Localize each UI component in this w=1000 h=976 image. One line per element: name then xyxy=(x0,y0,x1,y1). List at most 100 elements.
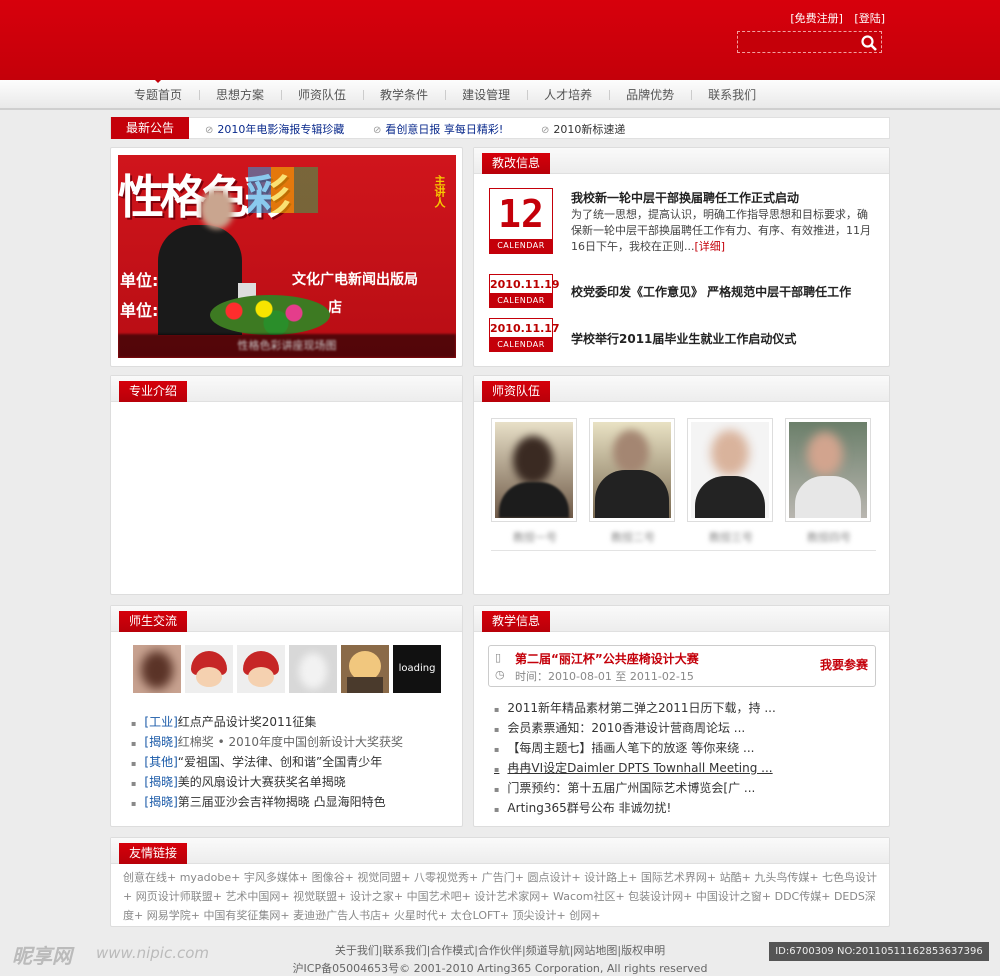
news-text: 红点产品设计奖2011征集 xyxy=(177,715,317,729)
list-item[interactable]: Arting365群号公布 非诚勿扰! xyxy=(494,798,776,818)
friend-link[interactable]: 网页设计师联盟+ xyxy=(136,890,226,903)
friend-link[interactable]: 国际艺术界网+ xyxy=(641,871,720,884)
friend-link[interactable]: 九头鸟传媒+ xyxy=(754,871,822,884)
friend-link[interactable]: 视觉联盟+ xyxy=(293,890,350,903)
nav-home[interactable]: 专题首页 xyxy=(117,79,199,110)
friend-link[interactable]: 麦迪逊广告人书店+ xyxy=(293,909,394,922)
list-item[interactable]: [揭晓]美的风扇设计大赛获奖名单揭晓 xyxy=(131,772,403,792)
news-title[interactable]: 校党委印发《工作意见》 严格规范中层干部聘任工作 xyxy=(571,283,851,300)
calendar-label: CALENDAR xyxy=(490,239,552,253)
avatar[interactable] xyxy=(341,645,389,693)
site-header: [免费注册] [登陆] xyxy=(0,0,1000,80)
friend-link[interactable]: 顶尖设计+ xyxy=(513,909,570,922)
teacher-card[interactable]: 教授二号 xyxy=(589,418,675,544)
news-category: [揭晓] xyxy=(144,735,178,749)
avatar[interactable] xyxy=(289,645,337,693)
teacher-card[interactable]: 教授一号 xyxy=(491,418,577,544)
list-item[interactable]: 门票预约：第十五届广州国际艺术博览会[广 ... xyxy=(494,778,776,798)
search-input[interactable] xyxy=(738,32,856,52)
friend-link[interactable]: 图像谷+ xyxy=(312,871,358,884)
more-link[interactable]: [详细] xyxy=(695,240,726,253)
nav-management[interactable]: 建设管理 xyxy=(445,80,527,110)
friend-links: 创意在线+ myadobe+ 宇风多媒体+ 图像谷+ 视觉同盟+ 八零视觉秀+ … xyxy=(123,868,885,925)
slideshow-caption: 性格色彩讲座现场图 xyxy=(118,334,456,358)
friend-link[interactable]: 八零视觉秀+ xyxy=(414,871,482,884)
major-panel: 专业介绍 xyxy=(110,375,463,595)
news-text: 红棉奖 • 2010年度中国创新设计大奖获奖 xyxy=(177,735,404,749)
auth-links: [免费注册] [登陆] xyxy=(782,10,885,26)
list-item[interactable]: [工业]红点产品设计奖2011征集 xyxy=(131,712,403,732)
friend-link[interactable]: 设计路上+ xyxy=(584,871,641,884)
banner-org: 文化广电新闻出版局 xyxy=(292,272,418,288)
news-calendar: 2010.11.19 CALENDAR xyxy=(489,274,560,308)
register-link[interactable]: [免费注册] xyxy=(790,12,843,25)
join-button[interactable]: 我要参赛 xyxy=(820,656,868,673)
slideshow-image[interactable]: 性格色彩 主讲人 单位: 单位: 文化广电新闻出版局 店 性格色彩讲座现场图 xyxy=(118,155,456,358)
teaching-news-list: 2011新年精品素材第二弹之2011日历下载，持 ... 会员素票通知：2010… xyxy=(494,698,776,818)
teacher-card[interactable]: 教授三号 xyxy=(687,418,773,544)
search-icon[interactable] xyxy=(860,34,878,52)
banner-line: 单位: xyxy=(120,271,159,290)
friend-link[interactable]: 中国艺术吧+ xyxy=(407,890,475,903)
panel-tab: 师生交流 xyxy=(119,611,188,632)
teacher-name: 教授二号 xyxy=(611,531,655,544)
friend-link[interactable]: 中国设计之窗+ xyxy=(696,890,775,903)
avatar[interactable] xyxy=(185,645,233,693)
nav-teaching-conditions[interactable]: 教学条件 xyxy=(363,80,445,110)
friend-link[interactable]: 宇风多媒体+ xyxy=(244,871,312,884)
friend-link[interactable]: 广告门+ xyxy=(482,871,528,884)
friend-link[interactable]: 圆点设计+ xyxy=(527,871,584,884)
avatar[interactable] xyxy=(133,645,181,693)
friend-link[interactable]: 设计之家+ xyxy=(350,890,407,903)
avatar-loading[interactable]: loading xyxy=(393,645,441,693)
list-item[interactable]: 会员素票通知：2010香港设计营商周论坛 ... xyxy=(494,718,776,738)
friend-link[interactable]: myadobe+ xyxy=(180,871,244,884)
links-panel: 友情链接 创意在线+ myadobe+ 宇风多媒体+ 图像谷+ 视觉同盟+ 八零… xyxy=(110,837,890,927)
friend-link[interactable]: Wacom社区+ xyxy=(553,890,628,903)
friend-link[interactable]: 创网+ xyxy=(569,909,600,922)
teacher-name: 教授四号 xyxy=(807,531,851,544)
list-item[interactable]: 2011新年精品素材第二弹之2011日历下载，持 ... xyxy=(494,698,775,718)
lead-news-title[interactable]: 我校新一轮中层干部换届聘任工作正式启动 xyxy=(571,189,799,206)
panel-header: 专业介绍 xyxy=(111,376,462,402)
avatar[interactable] xyxy=(237,645,285,693)
watermark-url: www.nipic.com xyxy=(96,944,210,962)
announcement-item[interactable]: 看创意日报 享每日精彩! xyxy=(373,121,503,137)
banner-org2: 店 xyxy=(328,300,342,316)
friend-link[interactable]: 创意在线+ xyxy=(123,871,180,884)
list-item[interactable]: [其他]“爱祖国、学法律、创和谐”全国青少年 xyxy=(131,752,403,772)
announcement-item[interactable]: 2010年电影海报专辑珍藏 xyxy=(205,121,344,137)
friend-link[interactable]: 包装设计网+ xyxy=(628,890,696,903)
nav-ideas[interactable]: 思想方案 xyxy=(199,80,281,110)
divider xyxy=(491,550,876,551)
teacher-card[interactable]: 教授四号 xyxy=(785,418,871,544)
nav-talent[interactable]: 人才培养 xyxy=(527,80,609,110)
teaching-panel: 教学信息 ▯ 第二届“丽江杯”公共座椅设计大赛 ◷ 时间：2010-08-01 … xyxy=(473,605,890,827)
friend-link[interactable]: 网易学院+ xyxy=(147,909,204,922)
friend-link[interactable]: 火星时代+ xyxy=(394,909,451,922)
banner-line: 单位: xyxy=(120,301,159,320)
friend-link[interactable]: 设计艺术家网+ xyxy=(474,890,553,903)
friend-link[interactable]: 视觉同盟+ xyxy=(357,871,414,884)
friend-link[interactable]: 太仓LOFT+ xyxy=(451,909,513,922)
friend-link[interactable]: DDC传媒+ xyxy=(775,890,834,903)
friend-link[interactable]: 中国有奖征集网+ xyxy=(203,909,293,922)
competition-title[interactable]: 第二届“丽江杯”公共座椅设计大赛 xyxy=(515,650,699,667)
nav-faculty[interactable]: 师资队伍 xyxy=(281,80,363,110)
list-item[interactable]: 【每周主题七】插画人笔下的放逐 等你来绕 ... xyxy=(494,738,776,758)
announcement-item[interactable]: 2010新标速递 xyxy=(541,121,625,137)
list-item[interactable]: [揭晓]第三届亚沙会吉祥物揭晓 凸显海阳特色 xyxy=(131,792,403,812)
banner-side-text: 主讲人 xyxy=(433,175,446,208)
login-link[interactable]: [登陆] xyxy=(854,12,885,25)
friend-link[interactable]: 站酷+ xyxy=(720,871,755,884)
watermark-id: ID:6700309 NO:20110511162853637396 xyxy=(769,942,989,961)
main-nav: 专题首页 思想方案 师资队伍 教学条件 建设管理 人才培养 品牌优势 联系我们 xyxy=(0,79,1000,110)
nav-brand[interactable]: 品牌优势 xyxy=(609,80,691,110)
competition-card[interactable]: ▯ 第二届“丽江杯”公共座椅设计大赛 ◷ 时间：2010-08-01 至 201… xyxy=(488,645,876,687)
friend-link[interactable]: 艺术中国网+ xyxy=(225,890,293,903)
nav-contact[interactable]: 联系我们 xyxy=(691,80,773,110)
panel-tab: 教学信息 xyxy=(482,611,551,632)
list-item[interactable]: 冉冉VI设定Daimler DPTS Townhall Meeting ... xyxy=(494,758,776,778)
news-title[interactable]: 学校举行2011届毕业生就业工作启动仪式 xyxy=(571,330,796,347)
list-item[interactable]: [揭晓]红棉奖 • 2010年度中国创新设计大奖获奖 xyxy=(131,732,403,752)
